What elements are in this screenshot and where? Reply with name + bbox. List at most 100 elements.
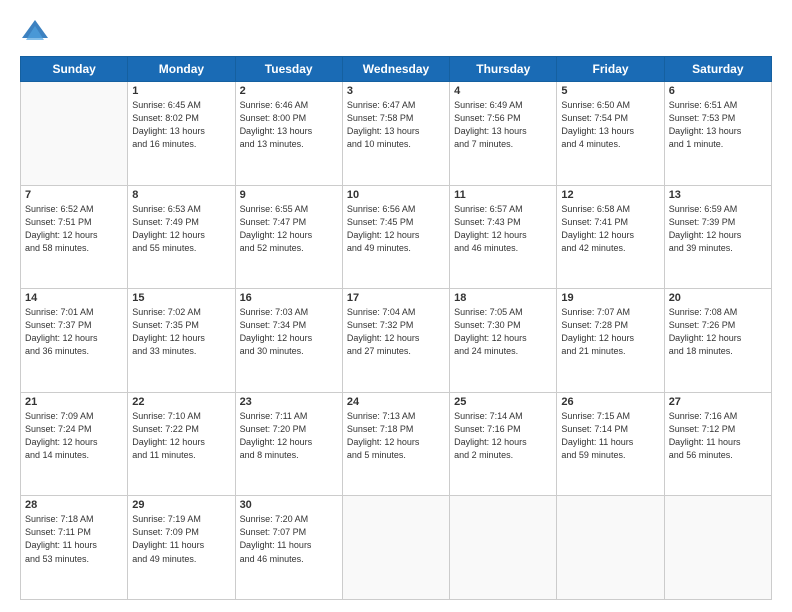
day-number: 16 xyxy=(240,292,338,304)
day-number: 8 xyxy=(132,189,230,201)
calendar-cell xyxy=(342,496,449,600)
day-number: 19 xyxy=(561,292,659,304)
calendar-cell: 22 Sunrise: 7:10 AM Sunset: 7:22 PM Dayli… xyxy=(128,392,235,496)
day-number: 4 xyxy=(454,85,552,97)
day-info: Sunrise: 6:50 AM Sunset: 7:54 PM Dayligh… xyxy=(561,99,659,151)
day-info: Sunrise: 7:11 AM Sunset: 7:20 PM Dayligh… xyxy=(240,410,338,462)
day-number: 29 xyxy=(132,499,230,511)
day-number: 28 xyxy=(25,499,123,511)
day-info: Sunrise: 6:57 AM Sunset: 7:43 PM Dayligh… xyxy=(454,203,552,255)
calendar-cell: 21 Sunrise: 7:09 AM Sunset: 7:24 PM Dayli… xyxy=(21,392,128,496)
calendar-cell: 24 Sunrise: 7:13 AM Sunset: 7:18 PM Dayli… xyxy=(342,392,449,496)
day-number: 14 xyxy=(25,292,123,304)
weekday-header-row: SundayMondayTuesdayWednesdayThursdayFrid… xyxy=(21,57,772,82)
calendar-cell: 10 Sunrise: 6:56 AM Sunset: 7:45 PM Dayli… xyxy=(342,185,449,289)
calendar-cell: 29 Sunrise: 7:19 AM Sunset: 7:09 PM Dayli… xyxy=(128,496,235,600)
day-info: Sunrise: 6:58 AM Sunset: 7:41 PM Dayligh… xyxy=(561,203,659,255)
calendar-cell: 28 Sunrise: 7:18 AM Sunset: 7:11 PM Dayli… xyxy=(21,496,128,600)
calendar-cell: 4Sunrise: 6:49 AM Sunset: 7:56 PM Daylig… xyxy=(450,82,557,186)
calendar-cell: 5Sunrise: 6:50 AM Sunset: 7:54 PM Daylig… xyxy=(557,82,664,186)
calendar-week-4: 21 Sunrise: 7:09 AM Sunset: 7:24 PM Dayli… xyxy=(21,392,772,496)
day-number: 21 xyxy=(25,396,123,408)
calendar-cell: 27 Sunrise: 7:16 AM Sunset: 7:12 PM Dayli… xyxy=(664,392,771,496)
day-info: Sunrise: 6:55 AM Sunset: 7:47 PM Dayligh… xyxy=(240,203,338,255)
calendar-cell xyxy=(450,496,557,600)
day-number: 7 xyxy=(25,189,123,201)
calendar-cell: 23 Sunrise: 7:11 AM Sunset: 7:20 PM Dayli… xyxy=(235,392,342,496)
day-number: 9 xyxy=(240,189,338,201)
calendar-cell: 19 Sunrise: 7:07 AM Sunset: 7:28 PM Dayli… xyxy=(557,289,664,393)
day-number: 30 xyxy=(240,499,338,511)
calendar-week-3: 14 Sunrise: 7:01 AM Sunset: 7:37 PM Dayli… xyxy=(21,289,772,393)
day-number: 26 xyxy=(561,396,659,408)
day-info: Sunrise: 7:20 AM Sunset: 7:07 PM Dayligh… xyxy=(240,513,338,565)
day-number: 15 xyxy=(132,292,230,304)
day-number: 27 xyxy=(669,396,767,408)
day-info: Sunrise: 7:10 AM Sunset: 7:22 PM Dayligh… xyxy=(132,410,230,462)
day-info: Sunrise: 7:09 AM Sunset: 7:24 PM Dayligh… xyxy=(25,410,123,462)
day-number: 24 xyxy=(347,396,445,408)
calendar-cell: 25 Sunrise: 7:14 AM Sunset: 7:16 PM Dayli… xyxy=(450,392,557,496)
day-number: 10 xyxy=(347,189,445,201)
day-number: 1 xyxy=(132,85,230,97)
day-number: 13 xyxy=(669,189,767,201)
page: SundayMondayTuesdayWednesdayThursdayFrid… xyxy=(0,0,792,612)
day-info: Sunrise: 6:56 AM Sunset: 7:45 PM Dayligh… xyxy=(347,203,445,255)
weekday-saturday: Saturday xyxy=(664,57,771,82)
weekday-wednesday: Wednesday xyxy=(342,57,449,82)
weekday-friday: Friday xyxy=(557,57,664,82)
weekday-monday: Monday xyxy=(128,57,235,82)
day-number: 12 xyxy=(561,189,659,201)
calendar-cell: 14 Sunrise: 7:01 AM Sunset: 7:37 PM Dayli… xyxy=(21,289,128,393)
calendar-cell: 13 Sunrise: 6:59 AM Sunset: 7:39 PM Dayli… xyxy=(664,185,771,289)
day-info: Sunrise: 7:14 AM Sunset: 7:16 PM Dayligh… xyxy=(454,410,552,462)
calendar-cell: 8 Sunrise: 6:53 AM Sunset: 7:49 PM Daylig… xyxy=(128,185,235,289)
day-number: 3 xyxy=(347,85,445,97)
calendar-week-5: 28 Sunrise: 7:18 AM Sunset: 7:11 PM Dayli… xyxy=(21,496,772,600)
day-info: Sunrise: 6:47 AM Sunset: 7:58 PM Dayligh… xyxy=(347,99,445,151)
calendar-cell: 1 Sunrise: 6:45 AM Sunset: 8:02 PM Daylig… xyxy=(128,82,235,186)
calendar-cell xyxy=(664,496,771,600)
calendar-cell xyxy=(557,496,664,600)
day-info: Sunrise: 7:02 AM Sunset: 7:35 PM Dayligh… xyxy=(132,306,230,358)
weekday-sunday: Sunday xyxy=(21,57,128,82)
calendar-cell: 2Sunrise: 6:46 AM Sunset: 8:00 PM Daylig… xyxy=(235,82,342,186)
day-info: Sunrise: 7:15 AM Sunset: 7:14 PM Dayligh… xyxy=(561,410,659,462)
day-info: Sunrise: 7:13 AM Sunset: 7:18 PM Dayligh… xyxy=(347,410,445,462)
calendar-cell: 16 Sunrise: 7:03 AM Sunset: 7:34 PM Dayli… xyxy=(235,289,342,393)
day-number: 6 xyxy=(669,85,767,97)
calendar-cell: 7 Sunrise: 6:52 AM Sunset: 7:51 PM Daylig… xyxy=(21,185,128,289)
day-info: Sunrise: 7:16 AM Sunset: 7:12 PM Dayligh… xyxy=(669,410,767,462)
weekday-tuesday: Tuesday xyxy=(235,57,342,82)
header xyxy=(20,18,772,46)
calendar-cell: 6Sunrise: 6:51 AM Sunset: 7:53 PM Daylig… xyxy=(664,82,771,186)
calendar-cell: 12 Sunrise: 6:58 AM Sunset: 7:41 PM Dayli… xyxy=(557,185,664,289)
calendar-cell: 3 Sunrise: 6:47 AM Sunset: 7:58 PM Daylig… xyxy=(342,82,449,186)
calendar-cell: 9 Sunrise: 6:55 AM Sunset: 7:47 PM Daylig… xyxy=(235,185,342,289)
day-info: Sunrise: 7:01 AM Sunset: 7:37 PM Dayligh… xyxy=(25,306,123,358)
calendar-cell: 30 Sunrise: 7:20 AM Sunset: 7:07 PM Dayli… xyxy=(235,496,342,600)
weekday-thursday: Thursday xyxy=(450,57,557,82)
day-number: 23 xyxy=(240,396,338,408)
calendar-cell: 26 Sunrise: 7:15 AM Sunset: 7:14 PM Dayli… xyxy=(557,392,664,496)
calendar-cell: 17Sunrise: 7:04 AM Sunset: 7:32 PM Dayli… xyxy=(342,289,449,393)
calendar-cell: 20Sunrise: 7:08 AM Sunset: 7:26 PM Dayli… xyxy=(664,289,771,393)
calendar-cell: 18Sunrise: 7:05 AM Sunset: 7:30 PM Dayli… xyxy=(450,289,557,393)
day-number: 11 xyxy=(454,189,552,201)
calendar-cell xyxy=(21,82,128,186)
day-info: Sunrise: 6:45 AM Sunset: 8:02 PM Dayligh… xyxy=(132,99,230,151)
day-info: Sunrise: 7:03 AM Sunset: 7:34 PM Dayligh… xyxy=(240,306,338,358)
day-info: Sunrise: 7:18 AM Sunset: 7:11 PM Dayligh… xyxy=(25,513,123,565)
day-info: Sunrise: 7:08 AM Sunset: 7:26 PM Dayligh… xyxy=(669,306,767,358)
day-info: Sunrise: 7:07 AM Sunset: 7:28 PM Dayligh… xyxy=(561,306,659,358)
day-info: Sunrise: 7:19 AM Sunset: 7:09 PM Dayligh… xyxy=(132,513,230,565)
day-number: 2 xyxy=(240,85,338,97)
day-number: 22 xyxy=(132,396,230,408)
calendar-week-1: 1 Sunrise: 6:45 AM Sunset: 8:02 PM Daylig… xyxy=(21,82,772,186)
day-info: Sunrise: 6:59 AM Sunset: 7:39 PM Dayligh… xyxy=(669,203,767,255)
logo xyxy=(20,18,54,46)
day-info: Sunrise: 6:53 AM Sunset: 7:49 PM Dayligh… xyxy=(132,203,230,255)
logo-icon xyxy=(20,18,50,46)
day-number: 25 xyxy=(454,396,552,408)
day-info: Sunrise: 6:52 AM Sunset: 7:51 PM Dayligh… xyxy=(25,203,123,255)
